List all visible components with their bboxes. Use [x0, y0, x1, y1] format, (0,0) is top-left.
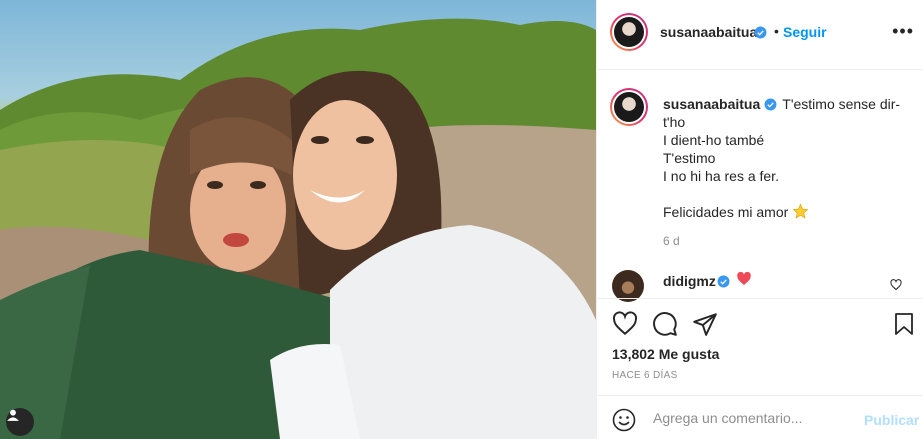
commenter-username[interactable]: didigmz	[663, 273, 716, 289]
verified-badge-icon	[717, 275, 730, 288]
comment-item: didigmz	[597, 268, 923, 302]
action-bar: 13,802 Me gusta HACE 6 DÍAS	[597, 298, 923, 395]
save-bookmark-icon[interactable]	[892, 311, 916, 337]
caption-text: susanaabaitua T'estimo sense dir-t'ho I d…	[663, 95, 913, 221]
caption-block: susanaabaitua T'estimo sense dir-t'ho I d…	[597, 70, 923, 298]
caption-body: T'estimo sense dir-t'ho I dient-ho també…	[663, 96, 901, 220]
follow-button[interactable]: Seguir	[783, 24, 827, 40]
like-icon[interactable]	[612, 311, 638, 337]
author-avatar[interactable]	[610, 13, 648, 51]
verified-badge-icon	[754, 26, 767, 39]
share-icon[interactable]	[692, 311, 718, 337]
post-date[interactable]: HACE 6 DÍAS	[612, 370, 678, 381]
separator-dot: •	[774, 23, 779, 39]
more-options-icon[interactable]: •••	[892, 22, 914, 40]
red-heart-icon	[737, 271, 751, 285]
caption-avatar[interactable]	[610, 88, 648, 126]
post-header: susanaabaitua • Seguir •••	[597, 0, 923, 70]
photo-illustration	[0, 18, 596, 439]
publish-button[interactable]: Publicar	[864, 412, 919, 428]
emoji-icon[interactable]	[612, 408, 636, 432]
verified-badge-icon	[764, 98, 777, 111]
comment-icon[interactable]	[652, 311, 678, 337]
caption-timestamp[interactable]: 6 d	[663, 234, 680, 248]
comment-input[interactable]	[653, 408, 853, 428]
author-username[interactable]: susanaabaitua	[660, 24, 757, 40]
tagged-users-button[interactable]	[6, 408, 34, 436]
post-photo[interactable]	[0, 0, 596, 439]
comment-composer: Publicar	[597, 395, 923, 439]
comment-like-icon[interactable]	[890, 279, 902, 291]
user-icon	[7, 409, 19, 421]
likes-count[interactable]: 13,802 Me gusta	[612, 346, 719, 362]
star-icon	[792, 203, 809, 219]
caption-username[interactable]: susanaabaitua	[663, 96, 760, 112]
post-panel: susanaabaitua • Seguir ••• susanaabaitua…	[596, 0, 923, 439]
